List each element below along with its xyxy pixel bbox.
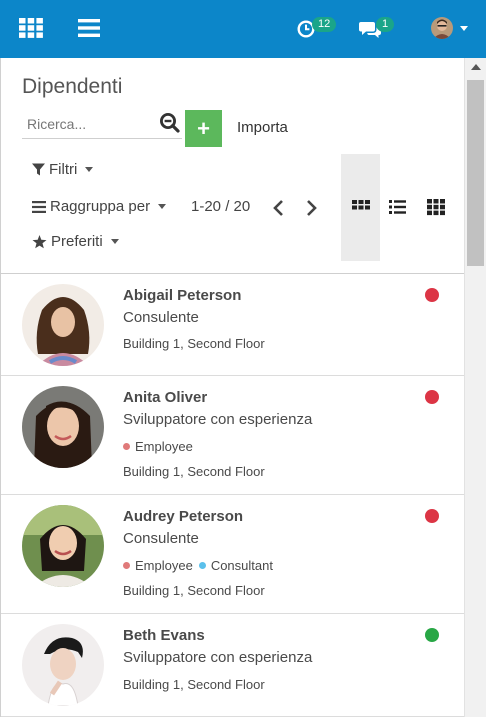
favorites-dropdown[interactable]: Preferiti bbox=[32, 233, 119, 250]
apps-grid-icon bbox=[19, 18, 43, 38]
tag-color-dot bbox=[123, 562, 130, 569]
grid-view-icon[interactable] bbox=[426, 198, 446, 216]
tag-consultant: Consultant bbox=[198, 558, 273, 573]
employee-job-title: Sviluppatore con esperienza bbox=[123, 411, 313, 428]
employee-location: Building 1, Second Floor bbox=[123, 336, 265, 351]
employee-photo bbox=[22, 624, 104, 706]
presence-status-indicator bbox=[425, 390, 439, 404]
chevron-down-icon bbox=[158, 204, 167, 209]
main-menu-button[interactable] bbox=[72, 12, 106, 44]
search-icon[interactable] bbox=[159, 112, 181, 134]
employee-job-title: Consulente bbox=[123, 530, 199, 547]
scroll-up-arrow-icon[interactable] bbox=[471, 64, 481, 70]
presence-status-indicator bbox=[425, 288, 439, 302]
chevron-down-icon bbox=[110, 239, 119, 244]
scrollbar-thumb[interactable] bbox=[467, 80, 484, 266]
employee-photo bbox=[22, 284, 104, 366]
list-view-icon[interactable] bbox=[388, 198, 408, 216]
messages-button[interactable]: 1 bbox=[356, 12, 402, 44]
page-title: Dipendenti bbox=[22, 75, 123, 98]
presence-status-indicator bbox=[425, 628, 439, 642]
group-by-dropdown[interactable]: Raggruppa per bbox=[32, 198, 167, 215]
employee-job-title: Consulente bbox=[123, 309, 199, 326]
filter-icon bbox=[32, 163, 45, 176]
tag-color-dot bbox=[198, 562, 206, 569]
vertical-scrollbar[interactable] bbox=[464, 58, 486, 717]
employee-photo bbox=[22, 505, 104, 587]
tag-label: Employee bbox=[135, 439, 193, 454]
tag-employee: Employee bbox=[123, 558, 193, 573]
chevron-down-icon bbox=[459, 25, 468, 31]
employee-name[interactable]: Anita Oliver bbox=[123, 389, 207, 406]
employee-card[interactable]: Audrey Peterson Consulente Employee Cons… bbox=[1, 495, 464, 614]
control-panel: Dipendenti + Importa Filtri Raggruppa pe… bbox=[0, 58, 464, 274]
employee-name[interactable]: Beth Evans bbox=[123, 627, 205, 644]
filters-label: Filtri bbox=[49, 161, 78, 178]
chevron-down-icon bbox=[85, 167, 94, 172]
employee-tags: Employee Consultant bbox=[123, 558, 279, 573]
hamburger-icon bbox=[78, 19, 100, 37]
star-icon bbox=[32, 234, 47, 248]
import-button[interactable]: Importa bbox=[237, 119, 288, 136]
employee-name[interactable]: Abigail Peterson bbox=[123, 287, 241, 304]
user-avatar bbox=[430, 17, 453, 39]
filters-dropdown[interactable]: Filtri bbox=[32, 161, 94, 178]
employee-photo bbox=[22, 386, 104, 468]
employee-location: Building 1, Second Floor bbox=[123, 677, 265, 692]
message-count-badge: 1 bbox=[376, 17, 395, 32]
top-navbar: 12 1 bbox=[0, 0, 486, 58]
employee-kanban-list: Abigail Peterson Consulente Building 1, … bbox=[0, 274, 464, 717]
employee-location: Building 1, Second Floor bbox=[123, 583, 265, 598]
employee-tags: Employee bbox=[123, 439, 199, 454]
employee-name[interactable]: Audrey Peterson bbox=[123, 508, 243, 525]
kanban-view-icon[interactable] bbox=[351, 198, 371, 216]
activity-button[interactable]: 12 bbox=[292, 12, 338, 44]
pager-value[interactable]: 1-20 / 20 bbox=[191, 198, 250, 215]
apps-menu-button[interactable] bbox=[14, 12, 48, 44]
employee-card[interactable]: Abigail Peterson Consulente Building 1, … bbox=[1, 274, 464, 376]
user-menu-button[interactable] bbox=[424, 12, 474, 44]
search-input[interactable] bbox=[27, 113, 155, 135]
create-button[interactable]: + bbox=[185, 110, 222, 147]
favorites-label: Preferiti bbox=[51, 233, 103, 250]
pager-previous-icon[interactable] bbox=[271, 199, 287, 217]
tag-label: Consultant bbox=[210, 558, 273, 573]
group-by-label: Raggruppa per bbox=[50, 198, 151, 215]
employee-card[interactable]: Beth Evans Sviluppatore con esperienza B… bbox=[1, 614, 464, 717]
tag-color-dot bbox=[123, 443, 130, 450]
tag-employee: Employee bbox=[123, 439, 193, 454]
employee-card[interactable]: Anita Oliver Sviluppatore con esperienza… bbox=[1, 376, 464, 495]
activity-count-badge: 12 bbox=[312, 17, 337, 32]
presence-status-indicator bbox=[425, 509, 439, 523]
tag-label: Employee bbox=[135, 558, 193, 573]
pager-next-icon[interactable] bbox=[303, 199, 319, 217]
search-box bbox=[22, 109, 182, 139]
employee-location: Building 1, Second Floor bbox=[123, 464, 265, 479]
bars-icon bbox=[32, 200, 46, 213]
employee-job-title: Sviluppatore con esperienza bbox=[123, 649, 313, 666]
